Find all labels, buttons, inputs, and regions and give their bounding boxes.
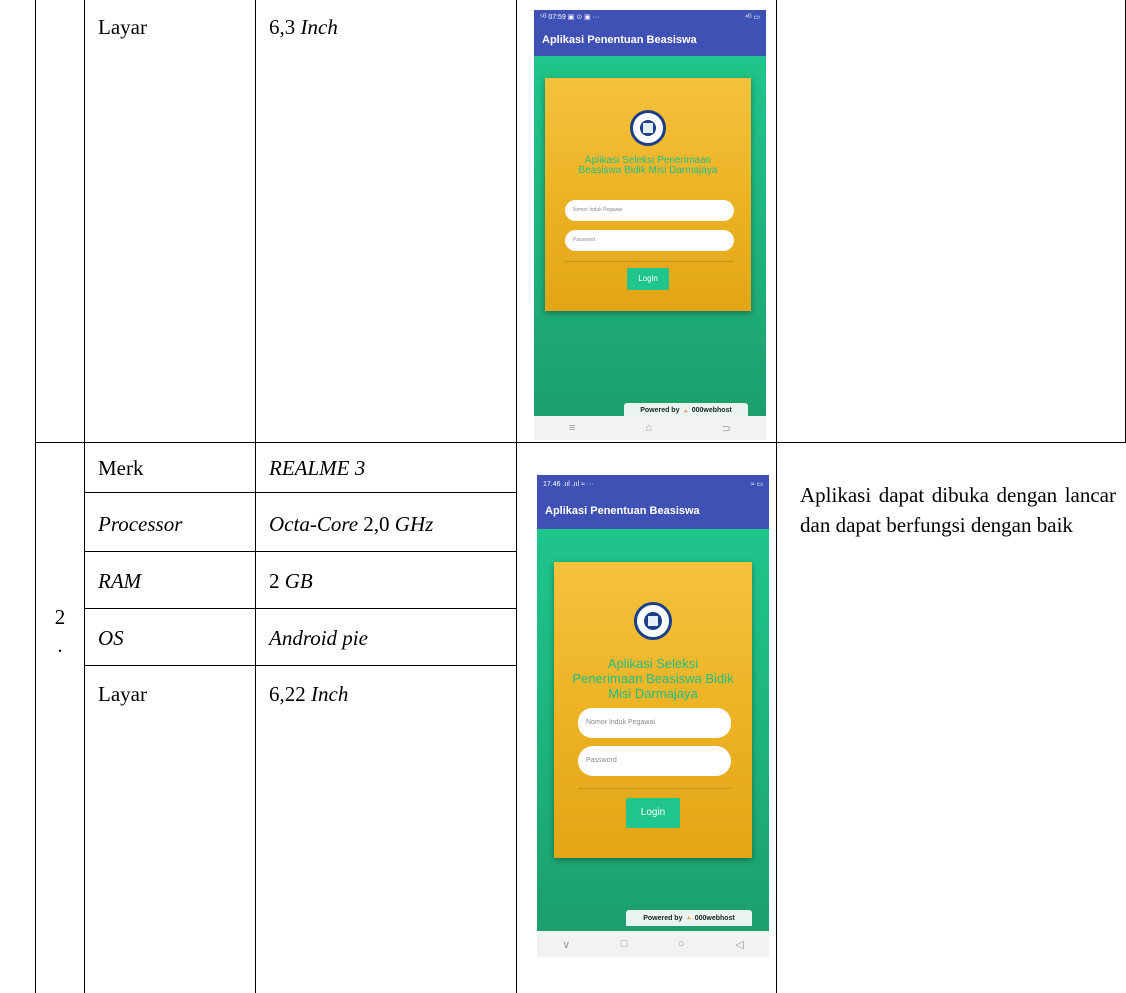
row2-remark: Aplikasi dapat dibuka dengan lancar dan …: [800, 483, 1116, 537]
host-name: 000webhost: [691, 407, 732, 414]
nip-input[interactable]: Nomor Induk Pegawai: [565, 200, 734, 221]
university-logo-icon: [634, 602, 672, 640]
processor-speed: 2,0: [363, 512, 390, 536]
logo-book: [647, 615, 659, 627]
university-logo-icon: [630, 110, 666, 146]
nav-bar: ∨ □ ○ ◁: [537, 931, 769, 957]
status-left: ⁵ᴳ 07:59 ▣ ⊙ ▣ ···: [540, 14, 600, 21]
spec-separator-merk: [84, 492, 516, 493]
menu-icon[interactable]: ≡: [569, 422, 575, 434]
webhost-logo-icon: ⫠: [683, 406, 688, 414]
ram-unit: GB: [284, 569, 313, 593]
status-left: 17.46 .ııl .ııl ≈ ···: [543, 480, 594, 488]
row1-value-unit: Inch: [300, 15, 338, 39]
app-bar: Aplikasi Penentuan Beasiswa: [534, 24, 766, 56]
back-icon[interactable]: ◁: [735, 938, 743, 951]
spec-label-os: OS: [98, 626, 124, 650]
logo-book: [643, 123, 653, 133]
nip-input[interactable]: Nomor Induk Pegawai: [578, 708, 731, 738]
table-border-col4: [776, 0, 777, 993]
login-card: Aplikasi Seleksi Penerimaan Beasiswa Bid…: [554, 562, 752, 858]
spec-separator-ram: [84, 608, 516, 609]
chevron-down-icon[interactable]: ∨: [562, 938, 570, 951]
table-border-col1: [84, 0, 85, 993]
card-divider: [565, 261, 734, 262]
nav-bar: ≡ ⌂ ⊃: [534, 416, 766, 440]
powered-by-badge: Powered by ⫠ 000webhost: [626, 910, 752, 926]
spec-separator-os: [84, 665, 516, 666]
row2-number-dot: .: [57, 633, 63, 657]
password-input[interactable]: Password: [578, 746, 731, 776]
spec-value-ram: 2 GB: [269, 568, 313, 594]
layar-size: 6,22: [269, 682, 306, 706]
table-border-col3: [516, 0, 517, 993]
table-border-col2: [255, 0, 256, 993]
spec-value-processor: Octa-Core 2,0 GHz: [269, 511, 433, 537]
card-title: Aplikasi Seleksi Penerimaan Beasiswa Bid…: [578, 155, 718, 176]
spec-value-merk: REALME 3: [269, 456, 366, 480]
status-bar: ⁵ᴳ 07:59 ▣ ⊙ ▣ ··· ⁴ᴳ ▭: [534, 10, 766, 24]
status-right: ⁴ᴳ ▭: [744, 14, 760, 21]
login-button[interactable]: Login: [626, 798, 680, 828]
app-bar: Aplikasi Penentuan Beasiswa: [537, 493, 769, 529]
row-separator: [35, 442, 1126, 443]
app-title: Aplikasi Penentuan Beasiswa: [542, 34, 697, 46]
layar-unit: Inch: [311, 682, 349, 706]
powered-by-text: Powered by: [643, 914, 683, 922]
login-card: Aplikasi Seleksi Penerimaan Beasiswa Bid…: [545, 78, 751, 311]
powered-by-text: Powered by: [640, 407, 680, 414]
app-title: Aplikasi Penentuan Beasiswa: [545, 505, 700, 517]
home-icon[interactable]: ○: [678, 938, 685, 950]
spec-label-layar: Layar: [98, 682, 147, 706]
phone-screenshot-1: ⁵ᴳ 07:59 ▣ ⊙ ▣ ··· ⁴ᴳ ▭ Aplikasi Penentu…: [534, 10, 766, 440]
app-content: Aplikasi Seleksi Penerimaan Beasiswa Bid…: [537, 529, 769, 931]
spec-value-layar: 6,22 Inch: [269, 681, 348, 707]
recents-icon[interactable]: □: [621, 938, 628, 950]
card-divider: [578, 788, 731, 789]
spec-label-processor: Processor: [98, 512, 183, 536]
spec-label-merk: Merk: [98, 456, 144, 480]
password-input[interactable]: Password: [565, 230, 734, 251]
app-content: Aplikasi Seleksi Penerimaan Beasiswa Bid…: [534, 56, 766, 418]
spec-separator-processor: [84, 551, 516, 552]
host-name: 000webhost: [694, 914, 735, 922]
spec-value-os: Android pie: [269, 626, 368, 650]
status-right: ≈ ▭: [750, 481, 763, 488]
ram-amount: 2: [269, 569, 280, 593]
row1-label-layar: Layar: [98, 15, 147, 39]
processor-core: Octa-Core: [269, 512, 359, 536]
home-icon[interactable]: ⌂: [645, 422, 652, 434]
login-button[interactable]: Login: [627, 268, 669, 290]
processor-unit: GHz: [394, 512, 434, 536]
phone-screenshot-2: 17.46 .ııl .ııl ≈ ··· ≈ ▭ Aplikasi Penen…: [537, 475, 769, 957]
webhost-logo-icon: ⫠: [686, 914, 691, 921]
back-icon[interactable]: ⊃: [722, 422, 731, 435]
row1-value-number: 6,3: [269, 15, 296, 39]
card-title: Aplikasi Seleksi Penerimaan Beasiswa Bid…: [572, 656, 734, 701]
row2-number: 2: [54, 605, 66, 629]
spec-label-ram: RAM: [98, 569, 142, 593]
row1-value-layar: 6,3 Inch: [269, 14, 338, 40]
status-bar: 17.46 .ııl .ııl ≈ ··· ≈ ▭: [537, 475, 769, 493]
table-border-left: [35, 0, 36, 993]
